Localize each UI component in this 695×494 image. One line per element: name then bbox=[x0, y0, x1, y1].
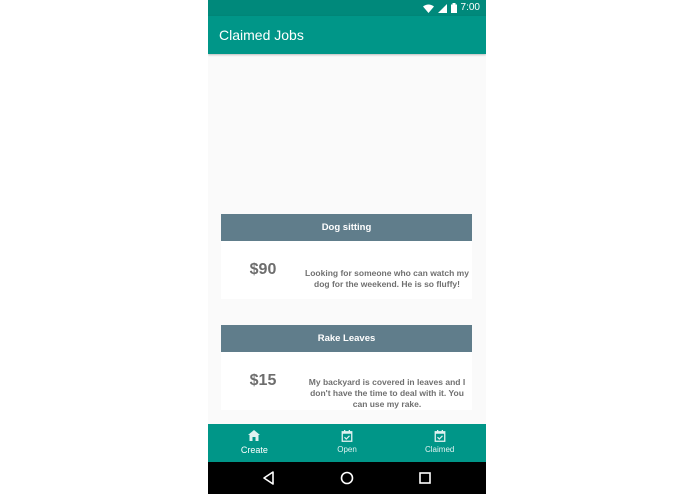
page-title: Claimed Jobs bbox=[219, 27, 304, 43]
job-card[interactable]: Dog sitting $90 Looking for someone who … bbox=[221, 214, 472, 299]
signal-icon bbox=[437, 3, 447, 13]
app-bar: Claimed Jobs bbox=[208, 16, 486, 54]
nav-item-open[interactable]: Open bbox=[301, 424, 394, 462]
job-description: Looking for someone who can watch my dog… bbox=[305, 268, 469, 289]
home-icon bbox=[248, 430, 261, 441]
job-body: $90 Looking for someone who can watch my… bbox=[221, 241, 472, 299]
nav-item-create[interactable]: Create bbox=[208, 424, 301, 462]
job-body: $15 My backyard is covered in leaves and… bbox=[221, 352, 472, 410]
status-bar: 7:00 bbox=[208, 0, 486, 16]
job-title: Rake Leaves bbox=[221, 325, 472, 352]
job-description: My backyard is covered in leaves and I d… bbox=[308, 377, 466, 409]
status-time: 7:00 bbox=[460, 2, 480, 13]
nav-label: Open bbox=[337, 445, 357, 454]
calendar-check-icon bbox=[434, 430, 446, 442]
nav-label: Claimed bbox=[425, 445, 455, 454]
job-list[interactable]: Dog sitting $90 Looking for someone who … bbox=[208, 54, 486, 424]
recents-icon[interactable] bbox=[417, 470, 433, 486]
battery-icon bbox=[450, 3, 457, 13]
status-icons: 7:00 bbox=[422, 2, 480, 14]
nav-item-claimed[interactable]: Claimed bbox=[393, 424, 486, 462]
phone-screen: 7:00 Claimed Jobs Dog sitting $90 Lookin… bbox=[208, 0, 486, 494]
job-price: $15 bbox=[249, 372, 277, 389]
job-title: Dog sitting bbox=[221, 214, 472, 241]
job-price: $90 bbox=[249, 261, 277, 278]
home-circle-icon[interactable] bbox=[339, 470, 355, 486]
calendar-check-icon bbox=[341, 430, 353, 442]
nav-label: Create bbox=[240, 445, 268, 455]
wifi-icon bbox=[422, 4, 434, 13]
system-navigation-bar bbox=[208, 462, 486, 494]
back-icon[interactable] bbox=[261, 470, 277, 486]
bottom-navigation: Create Open Claimed bbox=[208, 424, 486, 462]
job-card[interactable]: Rake Leaves $15 My backyard is covered i… bbox=[221, 325, 472, 410]
